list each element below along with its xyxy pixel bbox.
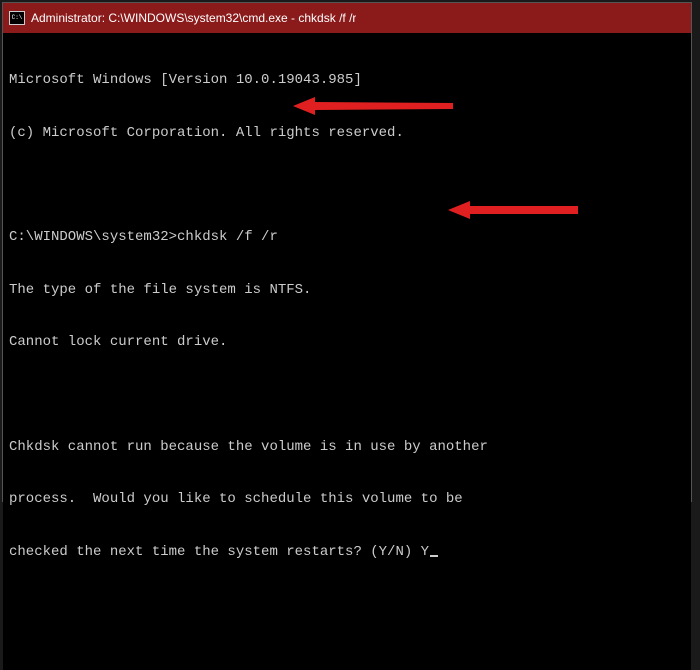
titlebar[interactable]: Administrator: C:\WINDOWS\system32\cmd.e… — [3, 3, 691, 33]
confirm-line: checked the next time the system restart… — [9, 544, 685, 562]
cmd-icon — [9, 11, 25, 25]
user-response: Y — [421, 544, 429, 560]
output-line: Chkdsk cannot run because the volume is … — [9, 439, 685, 457]
output-line: process. Would you like to schedule this… — [9, 491, 685, 509]
annotation-arrow-icon — [448, 200, 578, 220]
output-line: The type of the file system is NTFS. — [9, 282, 685, 300]
blank-line — [9, 177, 685, 194]
window-title: Administrator: C:\WINDOWS\system32\cmd.e… — [31, 11, 356, 25]
confirm-question: checked the next time the system restart… — [9, 544, 421, 560]
output-line: (c) Microsoft Corporation. All rights re… — [9, 125, 685, 143]
output-line: Cannot lock current drive. — [9, 334, 685, 352]
cursor — [430, 555, 438, 557]
blank-line — [9, 387, 685, 404]
prompt-line: C:\WINDOWS\system32>chkdsk /f /r — [9, 229, 685, 247]
typed-command: chkdsk /f /r — [177, 229, 278, 245]
terminal-body[interactable]: Microsoft Windows [Version 10.0.19043.98… — [3, 33, 691, 670]
output-line: Microsoft Windows [Version 10.0.19043.98… — [9, 72, 685, 90]
annotation-arrow-icon — [293, 96, 453, 116]
prompt-path: C:\WINDOWS\system32> — [9, 229, 177, 245]
cmd-window: Administrator: C:\WINDOWS\system32\cmd.e… — [2, 2, 692, 502]
